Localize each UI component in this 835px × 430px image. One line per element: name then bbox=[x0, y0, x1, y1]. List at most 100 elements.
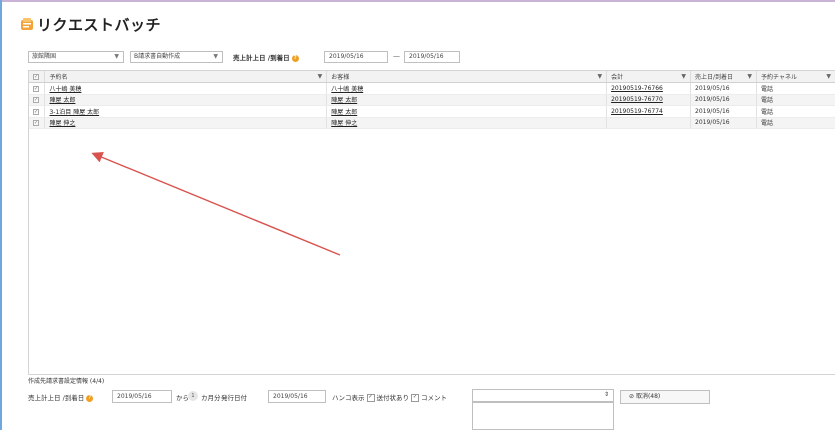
customer-cell: 陣屋 太郎 bbox=[326, 94, 608, 106]
from-label: から bbox=[176, 394, 189, 402]
name-cell: 八十嶋 美穂 bbox=[44, 82, 328, 95]
options-row: ハンコ表示 ✓ 送付状あり ✓ コメント bbox=[332, 392, 447, 402]
info-icon[interactable]: ? bbox=[86, 394, 94, 402]
comment-label: コメント bbox=[421, 394, 447, 402]
invoice-cell: 20190519-76774 bbox=[606, 105, 692, 118]
row-checkbox[interactable]: ✓ bbox=[33, 120, 39, 127]
comment-select[interactable]: ⇕ bbox=[472, 389, 614, 402]
filter-funnel-icon[interactable]: ▼ bbox=[747, 73, 752, 80]
date-filter-label: 売上計上日 /到着日? bbox=[233, 52, 299, 62]
batch-type-select-value: B請求書自動作成 bbox=[134, 53, 181, 60]
chevron-down-icon: ▼ bbox=[114, 53, 119, 60]
table-row[interactable]: ✓ 陣屋 伸之 陣屋 伸之 2019/05/16 電話 bbox=[29, 117, 835, 129]
batch-settings-footer: 作成先請求書設定情報 (4/4) 売上計上日 /到着日? 2019/05/16 … bbox=[28, 376, 835, 430]
column-header-name[interactable]: 予約名 ▼ bbox=[44, 71, 328, 83]
row-checkbox[interactable]: ✓ bbox=[33, 97, 39, 104]
batch-type-select[interactable]: B請求書自動作成 ▼ bbox=[130, 51, 223, 63]
date-cell: 2019/05/16 bbox=[690, 105, 757, 118]
invoice-link[interactable]: 20190519-76766 bbox=[611, 85, 663, 92]
cancel-batch-button[interactable]: ⊘ 取消(48) bbox=[620, 390, 710, 404]
issue-date-label: 発行日付 bbox=[221, 394, 247, 402]
facility-select-value: 旅館隣国 bbox=[32, 53, 57, 60]
table-row[interactable]: ✓ 陣屋 太郎 陣屋 太郎 20190519-76770 2019/05/16 … bbox=[29, 94, 835, 106]
date-cell: 2019/05/16 bbox=[690, 117, 757, 129]
filter-funnel-icon[interactable]: ▼ bbox=[597, 73, 602, 80]
date-cell: 2019/05/16 bbox=[690, 94, 757, 106]
column-header-invoice[interactable]: 会計 ▼ bbox=[606, 71, 692, 83]
column-header-label: お客様 bbox=[331, 74, 350, 81]
info-icon[interactable]: ? bbox=[291, 54, 299, 62]
column-header-label: 予約チャネル bbox=[761, 74, 797, 81]
reservation-name-link[interactable]: 3-1泊目 陣屋 太郎 bbox=[49, 109, 99, 116]
customer-link[interactable]: 陣屋 太郎 bbox=[331, 109, 357, 116]
filter-funnel-icon[interactable]: ▼ bbox=[826, 73, 831, 80]
window-top-border bbox=[0, 0, 835, 2]
reservation-name-link[interactable]: 陣屋 伸之 bbox=[49, 120, 75, 127]
customer-link[interactable]: 八十嶋 美穂 bbox=[331, 86, 363, 93]
filter-funnel-icon[interactable]: ▼ bbox=[681, 73, 686, 80]
footer-date-label: 売上計上日 /到着日? bbox=[28, 392, 94, 402]
cancel-batch-label: 取消(48) bbox=[635, 393, 661, 400]
column-header-date[interactable]: 売上日/到着日 ▼ bbox=[690, 71, 757, 83]
customer-cell: 八十嶋 美穂 bbox=[326, 82, 608, 95]
page-title: リクエストバッチ bbox=[37, 16, 162, 34]
select-all-checkbox[interactable]: ✓ bbox=[33, 74, 39, 80]
column-header-label: 売上日/到着日 bbox=[695, 74, 734, 81]
reservation-name-link[interactable]: 陣屋 太郎 bbox=[49, 97, 75, 104]
filter-funnel-icon[interactable]: ▼ bbox=[318, 73, 323, 80]
stamp-checkbox[interactable]: ✓ bbox=[366, 394, 375, 402]
channel-cell: 電話 bbox=[756, 105, 835, 118]
invoice-link[interactable]: 20190519-76774 bbox=[611, 108, 663, 115]
attach-label: 送付状あり bbox=[376, 394, 410, 402]
reservation-name-link[interactable]: 八十嶋 美穂 bbox=[49, 86, 81, 93]
settings-caption: 作成先請求書設定情報 (4/4) bbox=[28, 378, 105, 385]
row-checkbox[interactable]: ✓ bbox=[33, 108, 39, 115]
date-to-input[interactable]: 2019/05/16 bbox=[404, 51, 460, 63]
row-checkbox-cell: ✓ bbox=[29, 94, 46, 106]
date-filter-label-text: 売上計上日 /到着日 bbox=[233, 54, 290, 62]
cancel-icon: ⊘ bbox=[629, 393, 635, 400]
column-header-channel[interactable]: 予約チャネル ▼ bbox=[756, 71, 835, 83]
row-checkbox-cell: ✓ bbox=[29, 105, 46, 118]
footer-date-label-text: 売上計上日 /到着日 bbox=[28, 394, 85, 402]
month-count-toggle[interactable]: 1 bbox=[188, 391, 198, 401]
table-row[interactable]: ✓ 八十嶋 美穂 八十嶋 美穂 20190519-76766 2019/05/1… bbox=[29, 82, 835, 95]
channel-cell: 電話 bbox=[756, 94, 835, 106]
range-separator: — bbox=[393, 52, 400, 60]
column-header-label: 会計 bbox=[611, 74, 624, 81]
batch-app-icon bbox=[21, 18, 33, 30]
table-row[interactable]: ✓ 3-1泊目 陣屋 太郎 陣屋 太郎 20190519-76774 2019/… bbox=[29, 105, 835, 118]
invoice-cell: 20190519-76770 bbox=[606, 94, 692, 106]
date-cell: 2019/05/16 bbox=[690, 82, 757, 95]
select-arrows-icon: ⇕ bbox=[603, 391, 609, 398]
customer-link[interactable]: 陣屋 太郎 bbox=[331, 97, 357, 104]
attach-checkbox[interactable]: ✓ bbox=[411, 394, 419, 402]
window-left-border bbox=[0, 0, 2, 430]
channel-cell: 電話 bbox=[756, 82, 835, 95]
invoice-cell bbox=[606, 117, 692, 129]
name-cell: 3-1泊目 陣屋 太郎 bbox=[44, 105, 328, 118]
facility-select[interactable]: 旅館隣国 ▼ bbox=[28, 51, 124, 63]
name-cell: 陣屋 伸之 bbox=[44, 117, 328, 129]
row-checkbox[interactable]: ✓ bbox=[33, 85, 39, 92]
customer-cell: 陣屋 伸之 bbox=[326, 117, 608, 129]
invoice-link[interactable]: 20190519-76770 bbox=[611, 96, 663, 103]
chevron-down-icon: ▼ bbox=[213, 53, 218, 60]
stamp-label: ハンコ表示 bbox=[332, 394, 365, 402]
reservation-table: ✓ 予約名 ▼ お客様 ▼ 会計 ▼ 売上日/到着日 ▼ 予約チャネル ▼ ✓ 八十嶋 美… bbox=[29, 71, 835, 129]
column-header-label: 予約名 bbox=[49, 74, 68, 81]
invoice-cell: 20190519-76766 bbox=[606, 82, 692, 95]
footer-date-input[interactable]: 2019/05/16 bbox=[112, 390, 172, 403]
customer-cell: 陣屋 太郎 bbox=[326, 105, 608, 118]
date-from-input[interactable]: 2019/05/16 bbox=[324, 51, 388, 63]
reservation-grid: ✓ 予約名 ▼ お客様 ▼ 会計 ▼ 売上日/到着日 ▼ 予約チャネル ▼ ✓ 八十嶋 美… bbox=[28, 70, 835, 375]
issue-date-input[interactable]: 2019/05/16 bbox=[268, 390, 326, 403]
row-checkbox-cell: ✓ bbox=[29, 117, 46, 129]
comment-textarea[interactable] bbox=[472, 402, 614, 430]
customer-link[interactable]: 陣屋 伸之 bbox=[331, 120, 357, 127]
column-header-customer[interactable]: お客様 ▼ bbox=[326, 71, 608, 83]
select-all-header: ✓ bbox=[29, 71, 46, 83]
filter-bar: 旅館隣国 ▼ B請求書自動作成 ▼ 売上計上日 /到着日? 2019/05/16… bbox=[28, 51, 835, 65]
name-cell: 陣屋 太郎 bbox=[44, 94, 328, 106]
row-checkbox-cell: ✓ bbox=[29, 82, 46, 95]
